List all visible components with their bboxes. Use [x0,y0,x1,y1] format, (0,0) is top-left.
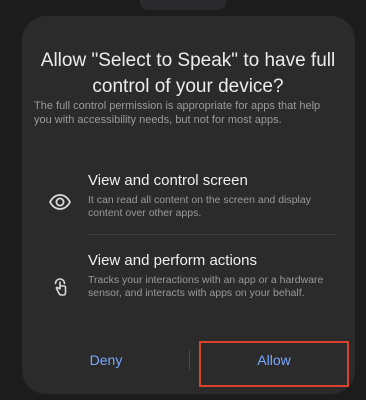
button-separator [189,350,190,370]
eye-icon [48,190,72,214]
permission-description: It can read all content on the screen an… [88,194,311,219]
permission-title: View and perform actions [88,252,257,269]
screen: Allow "Select to Speak" to have full con… [0,0,366,400]
permission-description: Tracks your interactions with an app or … [88,274,324,299]
permission-title: View and control screen [88,172,248,189]
allow-highlight-box [199,341,349,387]
permission-dialog: Allow "Select to Speak" to have full con… [22,16,355,394]
deny-button[interactable]: Deny [42,346,170,374]
dialog-title: Allow "Select to Speak" to have full con… [40,50,336,97]
divider [88,234,336,235]
touch-gesture-icon [48,274,72,298]
dialog-description: The full control permission is appropria… [34,100,321,126]
phone-bezel [140,0,226,10]
